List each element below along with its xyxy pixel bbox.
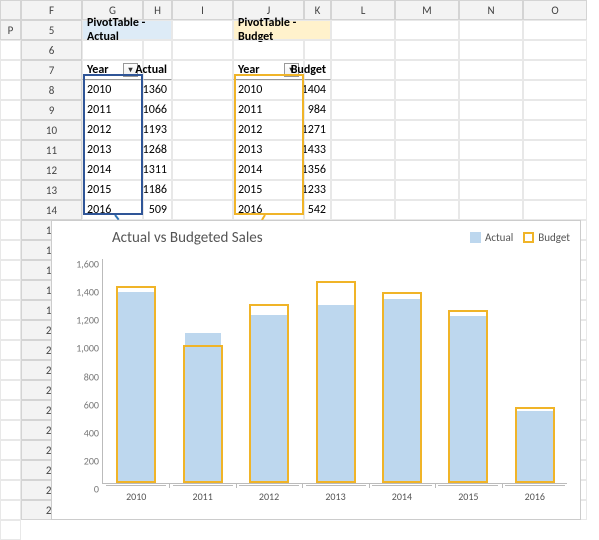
bar-budget-2013 [316,281,356,483]
row-head-9[interactable]: 9 [21,100,82,120]
year-a-2014[interactable]: 2014 [82,160,143,180]
actual-2015[interactable]: 1186 [143,180,172,200]
bar-budget-2016 [515,407,555,483]
row-head-10[interactable]: 10 [21,120,82,140]
col-head-I[interactable]: I [172,0,233,20]
actual-2016[interactable]: 509 [143,200,172,220]
xtick-2015: 2015 [438,485,498,503]
bar-budget-2011 [183,345,223,483]
year-b-2010[interactable]: 2010 [233,80,304,100]
ytick: 1,200 [63,314,99,327]
row-head-12[interactable]: 12 [21,160,82,180]
xtick-2013: 2013 [306,485,366,503]
row-head-7[interactable]: 7 [21,60,82,80]
row-head-6[interactable]: 6 [21,40,82,60]
ytick: 1,400 [63,286,99,299]
year-b-2016[interactable]: 2016 [233,200,304,220]
year-a-2010[interactable]: 2010 [82,80,143,100]
year-b-2014[interactable]: 2014 [233,160,304,180]
ytick: 800 [63,370,99,383]
actual-2011[interactable]: 1066 [143,100,172,120]
actual-2010[interactable]: 1360 [143,80,172,100]
legend-label-actual: Actual [485,231,513,244]
xtick-2010: 2010 [106,485,166,503]
ytick: 400 [63,426,99,439]
bar-budget-2015 [448,310,488,483]
legend-label-budget: Budget [538,231,570,244]
chart-title: Actual vs Budgeted Sales [112,229,263,247]
chart-legend: Actual Budget [470,231,570,244]
bar-budget-2012 [249,304,289,483]
year-b-2015[interactable]: 2015 [233,180,304,200]
year-b-2011[interactable]: 2011 [233,100,304,120]
budget-2011[interactable]: 984 [304,100,331,120]
year-b-2013[interactable]: 2013 [233,140,304,160]
header-year-1[interactable]: Year▾ [82,60,143,80]
ytick: 200 [63,454,99,467]
ytick: 1,600 [63,258,99,271]
ytick: 0 [63,483,99,496]
title-actual[interactable]: PivotTable - Actual [82,20,172,40]
legend-swatch-actual [470,232,481,243]
title-budget[interactable]: PivotTable - Budget [233,20,331,40]
header-actual[interactable]: Actual [143,60,172,80]
row-head-8[interactable]: 8 [21,80,82,100]
actual-2013[interactable]: 1268 [143,140,172,160]
year-a-2015[interactable]: 2015 [82,180,143,200]
xtick-2016: 2016 [505,485,565,503]
col-head-O[interactable]: O [523,0,587,20]
xtick-2014: 2014 [372,485,432,503]
bar-budget-2014 [382,292,422,483]
actual-2014[interactable]: 1311 [143,160,172,180]
row-head-13[interactable]: 13 [21,180,82,200]
xtick-2012: 2012 [239,485,299,503]
year-a-2016[interactable]: 2016 [82,200,143,220]
budget-2015[interactable]: 1233 [304,180,331,200]
year-a-2013[interactable]: 2013 [82,140,143,160]
row-head-5[interactable]: 5 [21,20,82,40]
year-b-2012[interactable]: 2012 [233,120,304,140]
budget-2010[interactable]: 1404 [304,80,331,100]
year-a-2012[interactable]: 2012 [82,120,143,140]
row-head-11[interactable]: 11 [21,140,82,160]
budget-2014[interactable]: 1356 [304,160,331,180]
col-head-P[interactable]: P [0,20,21,40]
col-head-F[interactable]: F [21,0,82,20]
year-a-2011[interactable]: 2011 [82,100,143,120]
header-budget[interactable]: Budget [304,60,331,80]
chart-container[interactable]: Actual vs Budgeted Sales Actual Budget 0… [51,220,581,520]
budget-2012[interactable]: 1271 [304,120,331,140]
row-head-14[interactable]: 14 [21,200,82,220]
ytick: 600 [63,398,99,411]
chart-plot: 02004006008001,0001,2001,4001,6002010201… [102,259,567,484]
ytick: 1,000 [63,342,99,355]
budget-2013[interactable]: 1433 [304,140,331,160]
legend-swatch-budget [523,232,534,243]
actual-2012[interactable]: 1193 [143,120,172,140]
col-head-L[interactable]: L [331,0,395,20]
budget-2016[interactable]: 542 [304,200,331,220]
col-head-N[interactable]: N [459,0,523,20]
bar-budget-2010 [116,286,156,483]
xtick-2011: 2011 [173,485,233,503]
col-head-M[interactable]: M [395,0,459,20]
